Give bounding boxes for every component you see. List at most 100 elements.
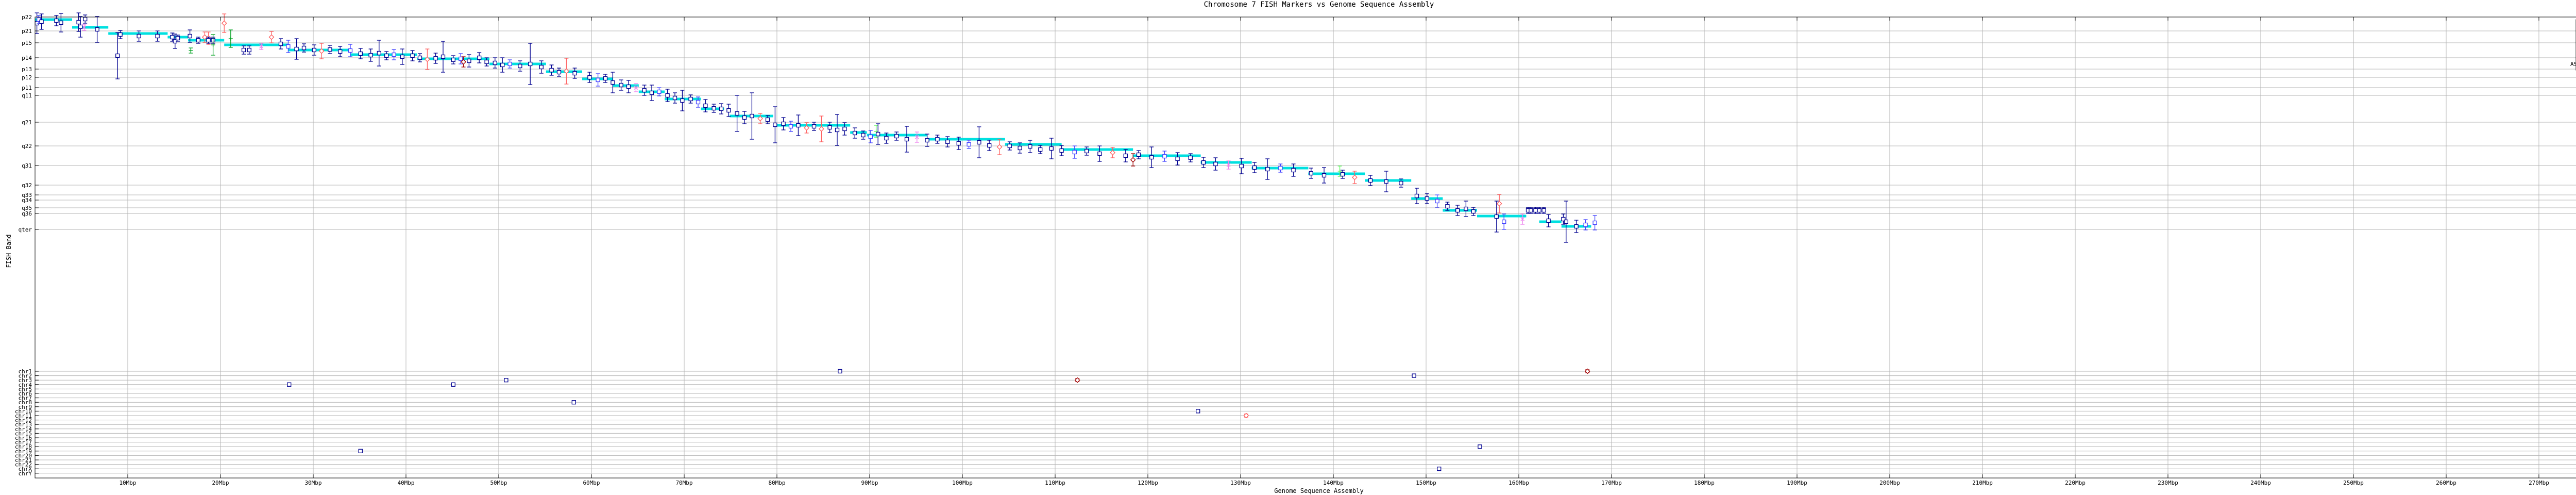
marker-square <box>550 69 553 72</box>
marker-square <box>518 64 522 68</box>
marker-square <box>557 71 561 74</box>
fish-band-tick-label: q34 <box>22 197 32 204</box>
marker-square <box>977 141 981 144</box>
marker-square <box>611 81 615 85</box>
marker-square <box>1279 167 1282 170</box>
x-tick-label: 250Mbp <box>2343 480 2364 486</box>
marker-diamond <box>819 127 824 131</box>
marker-square <box>1529 209 1533 212</box>
marker-square <box>1478 445 1482 449</box>
marker-square <box>1564 220 1568 224</box>
marker-square <box>1369 179 1372 183</box>
marker-square <box>1547 219 1550 223</box>
marker-square <box>493 61 497 65</box>
x-tick-label: 220Mbp <box>2065 480 2086 486</box>
marker-square <box>504 378 508 382</box>
marker-square <box>1176 157 1179 161</box>
marker-square <box>295 47 298 51</box>
marker-square <box>359 52 362 56</box>
x-tick-label: 90Mbp <box>861 480 878 486</box>
marker-square <box>1542 209 1546 212</box>
marker-square <box>796 124 800 127</box>
marker-square <box>1060 149 1063 153</box>
marker-square <box>207 39 210 42</box>
fish-band-tick-label: q21 <box>22 119 32 126</box>
fish-band-tick-label: q22 <box>22 143 32 150</box>
marker-square <box>1039 148 1042 152</box>
marker-square <box>727 109 731 112</box>
fish-band-tick-label: p21 <box>22 28 32 35</box>
marker-square <box>434 57 437 60</box>
x-tick-label: 180Mbp <box>1694 480 1715 486</box>
marker-square <box>338 50 342 54</box>
x-tick-label: 110Mbp <box>1045 480 1065 486</box>
marker-square <box>588 76 591 79</box>
marker-diamond <box>997 145 1002 150</box>
marker-square <box>247 48 251 52</box>
marker-square <box>836 128 839 132</box>
marker-square <box>838 370 842 373</box>
marker-square <box>1323 174 1326 177</box>
marker-square <box>467 59 471 63</box>
marker-square <box>681 99 684 103</box>
x-tick-label: 70Mbp <box>675 480 692 486</box>
marker-square <box>689 97 692 101</box>
marker-square <box>442 55 445 59</box>
chart-plot-area: 10Mbp20Mbp30Mbp40Mbp50Mbp60Mbp70Mbp80Mbp… <box>0 0 2576 495</box>
marker-square <box>1008 144 1011 148</box>
marker-square <box>657 90 661 94</box>
marker-square <box>1593 221 1597 225</box>
marker-square <box>789 125 793 128</box>
marker-square <box>79 25 82 29</box>
marker-square <box>55 19 58 23</box>
marker-square <box>451 383 455 386</box>
marker-square <box>196 39 200 42</box>
marker-square <box>418 56 422 60</box>
marker-square <box>782 122 785 126</box>
marker-square <box>988 144 991 147</box>
marker-square <box>1341 173 1345 176</box>
fish-band-tick-label: p13 <box>22 66 32 73</box>
fish-band-tick-label: p11 <box>22 85 32 91</box>
marker-square <box>95 28 99 31</box>
marker-square <box>1495 215 1498 219</box>
fish-band-tick-label: p12 <box>22 74 32 81</box>
x-tick-label: 20Mbp <box>212 480 229 486</box>
marker-square <box>1018 146 1022 150</box>
marker-square <box>1292 169 1295 172</box>
marker-square <box>642 89 646 92</box>
marker-square <box>1534 209 1537 212</box>
marker-square <box>766 118 770 122</box>
marker-square <box>451 58 455 62</box>
marker-square <box>369 54 372 57</box>
marker-square <box>1425 197 1429 201</box>
marker-square <box>573 72 577 75</box>
marker-square <box>459 57 463 61</box>
x-tick-label: 40Mbp <box>397 480 414 486</box>
fish-band-tick-label: q32 <box>22 182 32 189</box>
marker-diamond <box>1110 151 1115 155</box>
fish-band-tick-label: p14 <box>22 55 32 61</box>
x-tick-label: 150Mbp <box>1416 480 1436 486</box>
marker-square <box>411 54 414 58</box>
fish-band-tick-label: p22 <box>22 14 32 21</box>
x-tick-label: 130Mbp <box>1230 480 1251 486</box>
marker-square <box>1464 207 1468 211</box>
marker-square <box>1502 220 1506 224</box>
marker-square <box>287 383 291 386</box>
marker-square <box>377 52 381 55</box>
marker-square <box>743 116 747 120</box>
x-tick-label: 230Mbp <box>2158 480 2178 486</box>
marker-square <box>673 96 677 100</box>
marker-square <box>1196 409 1200 413</box>
marker-square <box>1412 374 1416 377</box>
marker-square <box>501 63 504 67</box>
marker-square <box>1309 172 1313 175</box>
marker-square <box>1253 166 1257 170</box>
marker-square <box>40 20 43 24</box>
marker-square <box>1214 162 1217 166</box>
x-tick-label: 120Mbp <box>1138 480 1158 486</box>
marker-square <box>1189 156 1192 160</box>
marker-square <box>1124 154 1127 158</box>
marker-square <box>312 48 316 52</box>
